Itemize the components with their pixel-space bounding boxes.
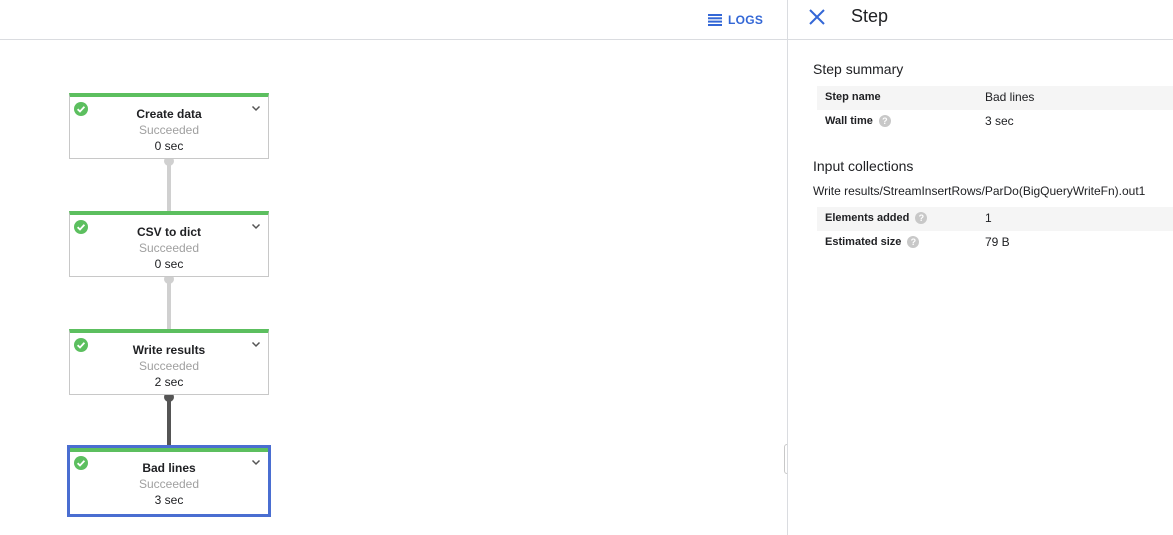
- pipeline-graph: Create data Succeeded 0 sec CSV to dict …: [0, 41, 787, 535]
- input-collections-heading: Input collections: [813, 158, 914, 174]
- table-row: Wall time? 3 sec: [817, 110, 1173, 134]
- row-value: 79 B: [985, 235, 1010, 249]
- row-key: Step name: [825, 91, 881, 103]
- graph-node-write-results[interactable]: Write results Succeeded 2 sec: [69, 329, 269, 395]
- edge-create-to-csv: [167, 160, 171, 211]
- panel-title: Step: [851, 6, 889, 26]
- details-header: Step: [788, 0, 1173, 40]
- node-status: Succeeded: [138, 477, 200, 491]
- node-title: CSV to dict: [136, 225, 201, 239]
- node-title: Bad lines: [142, 461, 196, 475]
- node-status: Succeeded: [138, 359, 200, 373]
- row-value: Bad lines: [985, 90, 1035, 104]
- help-icon[interactable]: ?: [878, 115, 891, 127]
- edge-csv-to-write: [167, 278, 171, 329]
- step-summary-table: Step name Bad lines Wall time? 3 sec: [817, 86, 1173, 134]
- collection-name: Write results/StreamInsertRows/ParDo(Big…: [813, 184, 1146, 198]
- row-key: Estimated size?: [825, 236, 920, 248]
- list-icon: [708, 14, 722, 26]
- table-row: Elements added? 1: [817, 207, 1173, 231]
- table-row: Estimated size? 79 B: [817, 231, 1173, 255]
- row-key: Wall time?: [825, 115, 891, 127]
- help-icon[interactable]: ?: [907, 236, 920, 248]
- table-row: Step name Bad lines: [817, 86, 1173, 110]
- graph-toolbar: LOGS: [0, 0, 787, 40]
- close-icon[interactable]: [808, 8, 826, 26]
- node-status-bar: [70, 448, 268, 452]
- help-icon[interactable]: ?: [915, 212, 928, 224]
- node-title: Create data: [136, 107, 202, 121]
- node-time: 0 sec: [154, 139, 184, 153]
- row-key: Elements added?: [825, 212, 928, 224]
- logs-label: LOGS: [728, 13, 764, 27]
- logs-button[interactable]: LOGS: [708, 9, 763, 31]
- node-time: 3 sec: [154, 493, 184, 507]
- edge-write-to-badlines: [167, 396, 171, 446]
- node-time: 0 sec: [154, 257, 184, 271]
- node-status: Succeeded: [138, 123, 200, 137]
- node-time: 2 sec: [154, 375, 184, 389]
- graph-node-bad-lines[interactable]: Bad lines Succeeded 3 sec: [67, 445, 271, 517]
- graph-pane: LOGS Create data Succeeded 0 sec CSV to …: [0, 0, 792, 535]
- input-collections-table: Elements added? 1 Estimated size? 79 B: [817, 207, 1173, 255]
- graph-node-create-data[interactable]: Create data Succeeded 0 sec: [69, 93, 269, 159]
- node-status: Succeeded: [138, 241, 200, 255]
- graph-node-csv-to-dict[interactable]: CSV to dict Succeeded 0 sec: [69, 211, 269, 277]
- step-details-panel: Step Step summary Step name Bad lines Wa…: [787, 0, 1173, 535]
- row-value: 1: [985, 211, 992, 225]
- row-value: 3 sec: [985, 114, 1014, 128]
- step-summary-heading: Step summary: [813, 61, 904, 77]
- node-title: Write results: [132, 343, 206, 357]
